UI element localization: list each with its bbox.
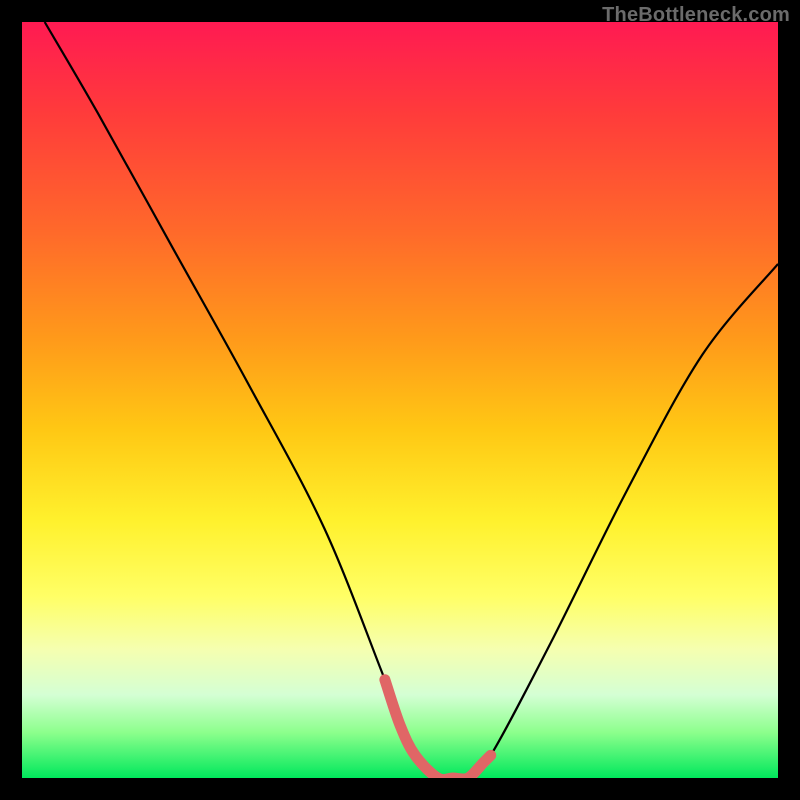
watermark-text: TheBottleneck.com [602,4,790,27]
bottleneck-curve [45,22,778,778]
plot-area [22,22,778,778]
optimal-range-highlight [385,680,491,778]
bottleneck-curve-svg [22,22,778,778]
chart-frame: TheBottleneck.com [0,0,800,800]
